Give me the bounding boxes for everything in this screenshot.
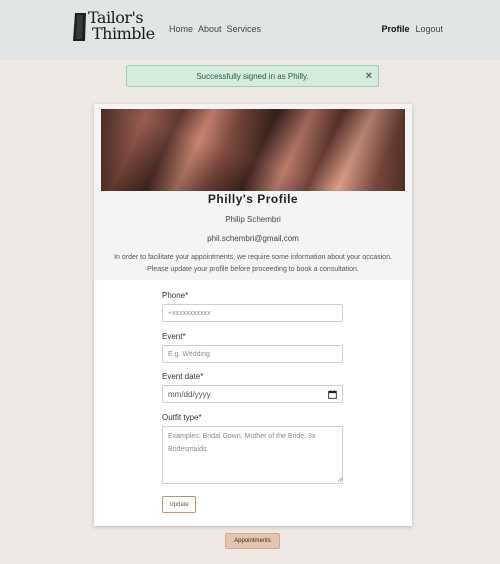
- nav-logout-link[interactable]: Logout: [415, 24, 443, 35]
- phone-input[interactable]: [162, 304, 343, 322]
- profile-header: Philly's Profile Philip Schembri phil.sc…: [94, 104, 412, 280]
- profile-title: Philly's Profile: [207, 192, 299, 206]
- appointments-button[interactable]: Appointments: [225, 533, 280, 549]
- brand-logo[interactable]: Tailor's Thimble: [70, 9, 155, 47]
- date-placeholder: mm/dd/yyyy: [168, 389, 211, 399]
- outfit-type-wrapper: [94, 426, 412, 484]
- phone-label: Phone*: [162, 291, 189, 300]
- update-button[interactable]: Update: [162, 496, 196, 513]
- nav-services-link[interactable]: Services: [227, 24, 262, 35]
- profile-info-text: In order to facilitate your appointments…: [114, 254, 392, 273]
- brand-name: Tailor's Thimble: [88, 10, 155, 42]
- nav-about-link[interactable]: About: [198, 24, 222, 35]
- nav-home-link[interactable]: Home: [169, 24, 193, 35]
- alert-message: Successfully signed in as Philly.: [196, 72, 309, 81]
- brand-line-2: Thimble: [92, 24, 155, 43]
- outfit-type-textarea[interactable]: [162, 426, 343, 484]
- close-icon[interactable]: ×: [366, 70, 372, 82]
- main-nav: Home About Services: [169, 24, 261, 35]
- event-input[interactable]: [162, 345, 343, 363]
- event-label: Event*: [162, 332, 186, 341]
- event-date-input[interactable]: mm/dd/yyyy: [162, 385, 343, 403]
- thimble-logo-icon: [73, 13, 86, 41]
- fabric-banner-image: [101, 109, 405, 191]
- profile-full-name: Philip Schembri: [225, 215, 281, 224]
- event-date-label: Event date*: [162, 372, 204, 381]
- calendar-icon[interactable]: [328, 389, 337, 399]
- success-alert: Successfully signed in as Philly. ×: [126, 65, 379, 87]
- resize-handle-icon[interactable]: [337, 476, 343, 482]
- profile-card: Philly's Profile Philip Schembri phil.sc…: [94, 104, 412, 526]
- account-nav: Profile Logout: [381, 24, 443, 35]
- nav-profile-link[interactable]: Profile: [381, 24, 409, 35]
- navbar: Tailor's Thimble Home About Services Pro…: [0, 0, 500, 60]
- outfit-type-label: Outfit type*: [162, 413, 202, 422]
- profile-email: phil.schembri@gmail.com: [207, 234, 299, 243]
